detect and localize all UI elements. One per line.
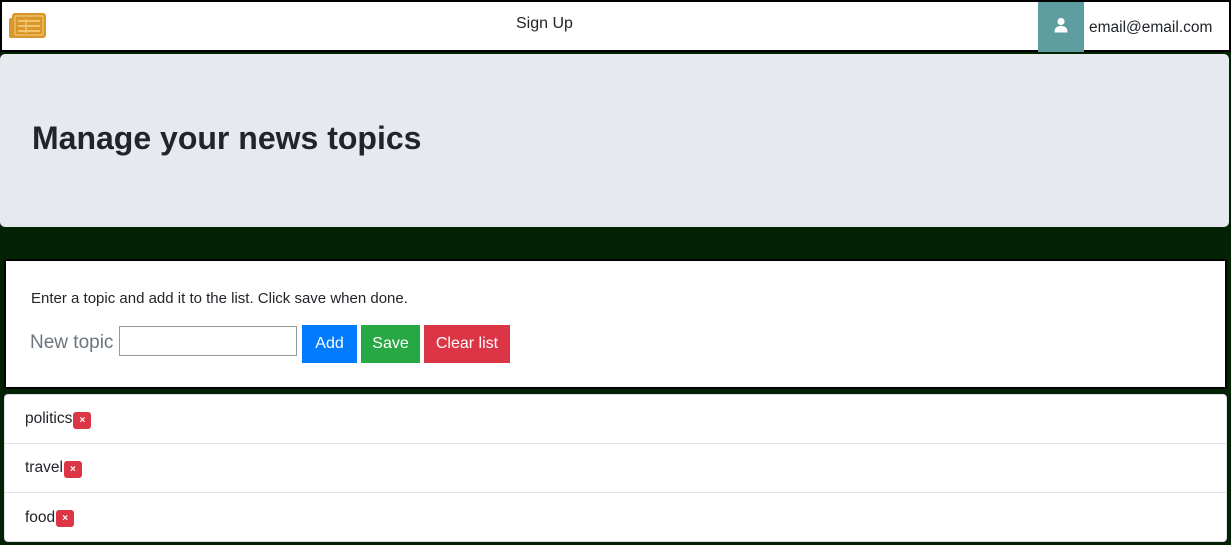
list-item: politics × (5, 395, 1226, 444)
instructions-text: Enter a topic and add it to the list. Cl… (31, 290, 408, 307)
topic-name: travel (25, 459, 63, 476)
user-email: email@email.com (1089, 19, 1213, 36)
list-item: travel × (5, 444, 1226, 493)
top-navbar: Sign Up email@email.com (0, 0, 1231, 52)
topic-name: food (25, 508, 56, 526)
newspaper-icon[interactable] (8, 11, 48, 41)
user-avatar[interactable] (1038, 2, 1084, 52)
remove-topic-button[interactable]: × (56, 510, 75, 527)
remove-topic-button[interactable]: × (63, 460, 82, 478)
new-topic-label: New topic (30, 332, 114, 353)
topic-name: politics (25, 410, 73, 427)
signup-link[interactable]: Sign Up (516, 15, 573, 33)
save-button[interactable]: Save (361, 325, 420, 363)
new-topic-input[interactable] (119, 326, 297, 356)
user-icon (1053, 17, 1069, 38)
clear-list-button[interactable]: Clear list (424, 325, 510, 363)
list-item: food × (5, 493, 1226, 542)
remove-topic-button[interactable]: × (73, 411, 92, 429)
page-title: Manage your news topics (32, 120, 422, 156)
page-header-jumbotron: Manage your news topics (0, 54, 1229, 227)
topic-entry-card: Enter a topic and add it to the list. Cl… (4, 259, 1227, 389)
add-button[interactable]: Add (302, 325, 357, 363)
topics-list: politics × travel × food × (4, 394, 1227, 542)
